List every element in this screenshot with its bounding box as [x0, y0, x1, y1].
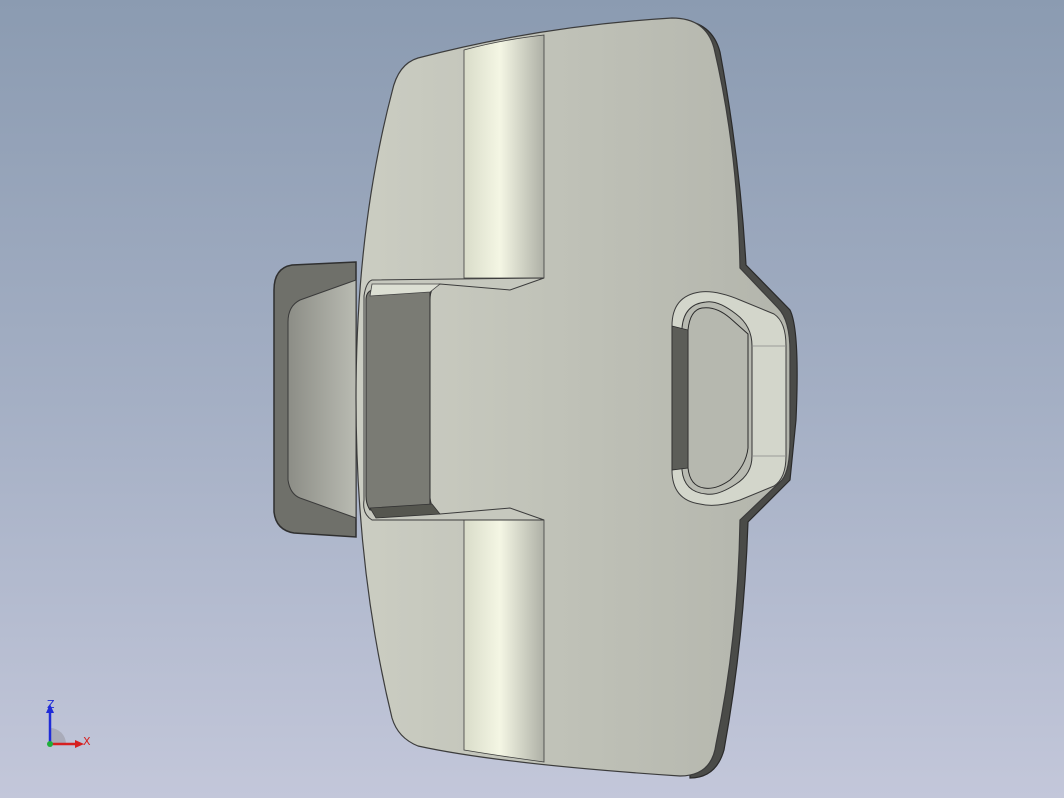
graphics-viewport[interactable]: Z X: [0, 0, 1064, 798]
handle-hole[interactable]: [671, 291, 787, 506]
x-axis-label: X: [83, 735, 91, 748]
z-axis-label: Z: [47, 698, 55, 711]
left-tab[interactable]: [273, 261, 357, 538]
origin-dot: [47, 741, 53, 747]
view-triad: Z X: [38, 696, 98, 756]
3d-model[interactable]: [0, 0, 1064, 798]
